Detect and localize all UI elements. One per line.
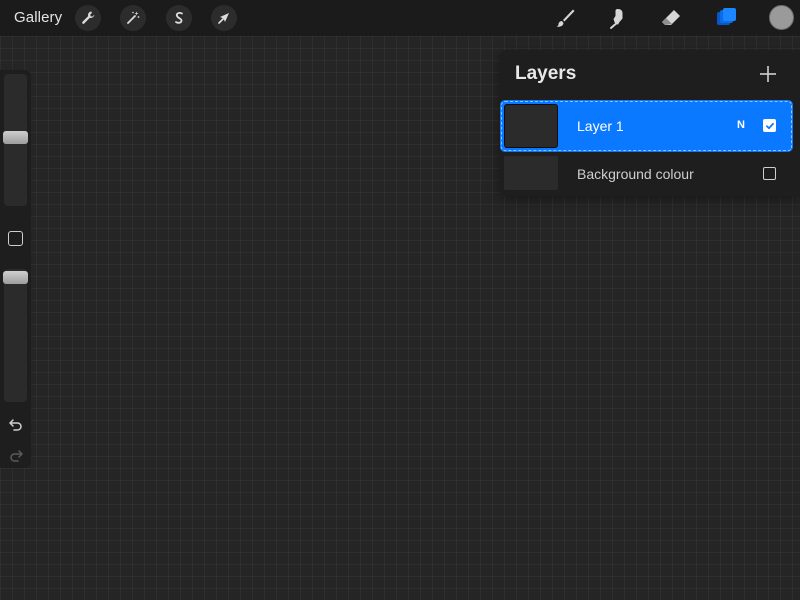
color-picker-button[interactable]	[769, 5, 794, 30]
gallery-button[interactable]: Gallery	[14, 9, 62, 26]
add-layer-button[interactable]	[757, 63, 779, 85]
actions-button[interactable]	[75, 5, 101, 31]
arrow-cursor-icon	[218, 13, 229, 24]
checkmark-icon	[765, 122, 774, 129]
top-toolbar: Gallery	[0, 0, 800, 36]
eraser-icon	[662, 10, 680, 25]
undo-button[interactable]	[7, 415, 24, 432]
modify-button[interactable]	[8, 231, 23, 246]
paint-tool-button[interactable]	[551, 4, 579, 32]
opacity-slider-thumb[interactable]	[3, 271, 28, 284]
redo-button[interactable]	[7, 446, 24, 463]
layer-thumbnail	[504, 104, 558, 148]
selection-button[interactable]	[166, 5, 192, 31]
layers-icon	[717, 8, 736, 25]
left-sidebar	[0, 70, 31, 468]
layers-tool-button[interactable]	[712, 4, 740, 32]
adjustments-button[interactable]	[120, 5, 146, 31]
layer-visibility-checkbox[interactable]	[763, 119, 776, 132]
blend-mode-button[interactable]: N	[737, 119, 745, 131]
redo-icon	[9, 449, 23, 462]
layer-name: Background colour	[577, 166, 694, 182]
smudge-tool-button[interactable]	[603, 4, 631, 32]
magic-wand-icon	[127, 11, 140, 24]
layer-name: Layer 1	[577, 118, 624, 134]
transform-button[interactable]	[211, 5, 237, 31]
undo-icon	[8, 418, 22, 431]
layer-row-background-colour[interactable]: Background colour	[500, 154, 793, 194]
brush-size-slider-thumb[interactable]	[3, 131, 28, 145]
smudge-icon	[610, 9, 623, 29]
background-thumbnail	[504, 156, 558, 190]
selection-icon	[175, 12, 183, 24]
plus-icon	[760, 66, 776, 82]
layers-panel: Layers Layer 1 N Background colour	[499, 50, 800, 196]
brush-icon	[556, 9, 575, 27]
opacity-slider[interactable]	[4, 269, 27, 402]
erase-tool-button[interactable]	[657, 4, 685, 32]
procreate-app: Gallery Layers Layer 1 N Background colo…	[0, 0, 800, 600]
layer-row-layer-1[interactable]: Layer 1 N	[500, 100, 793, 152]
wrench-icon	[82, 11, 95, 24]
background-visibility-checkbox[interactable]	[763, 167, 776, 180]
layers-panel-title: Layers	[515, 63, 577, 84]
